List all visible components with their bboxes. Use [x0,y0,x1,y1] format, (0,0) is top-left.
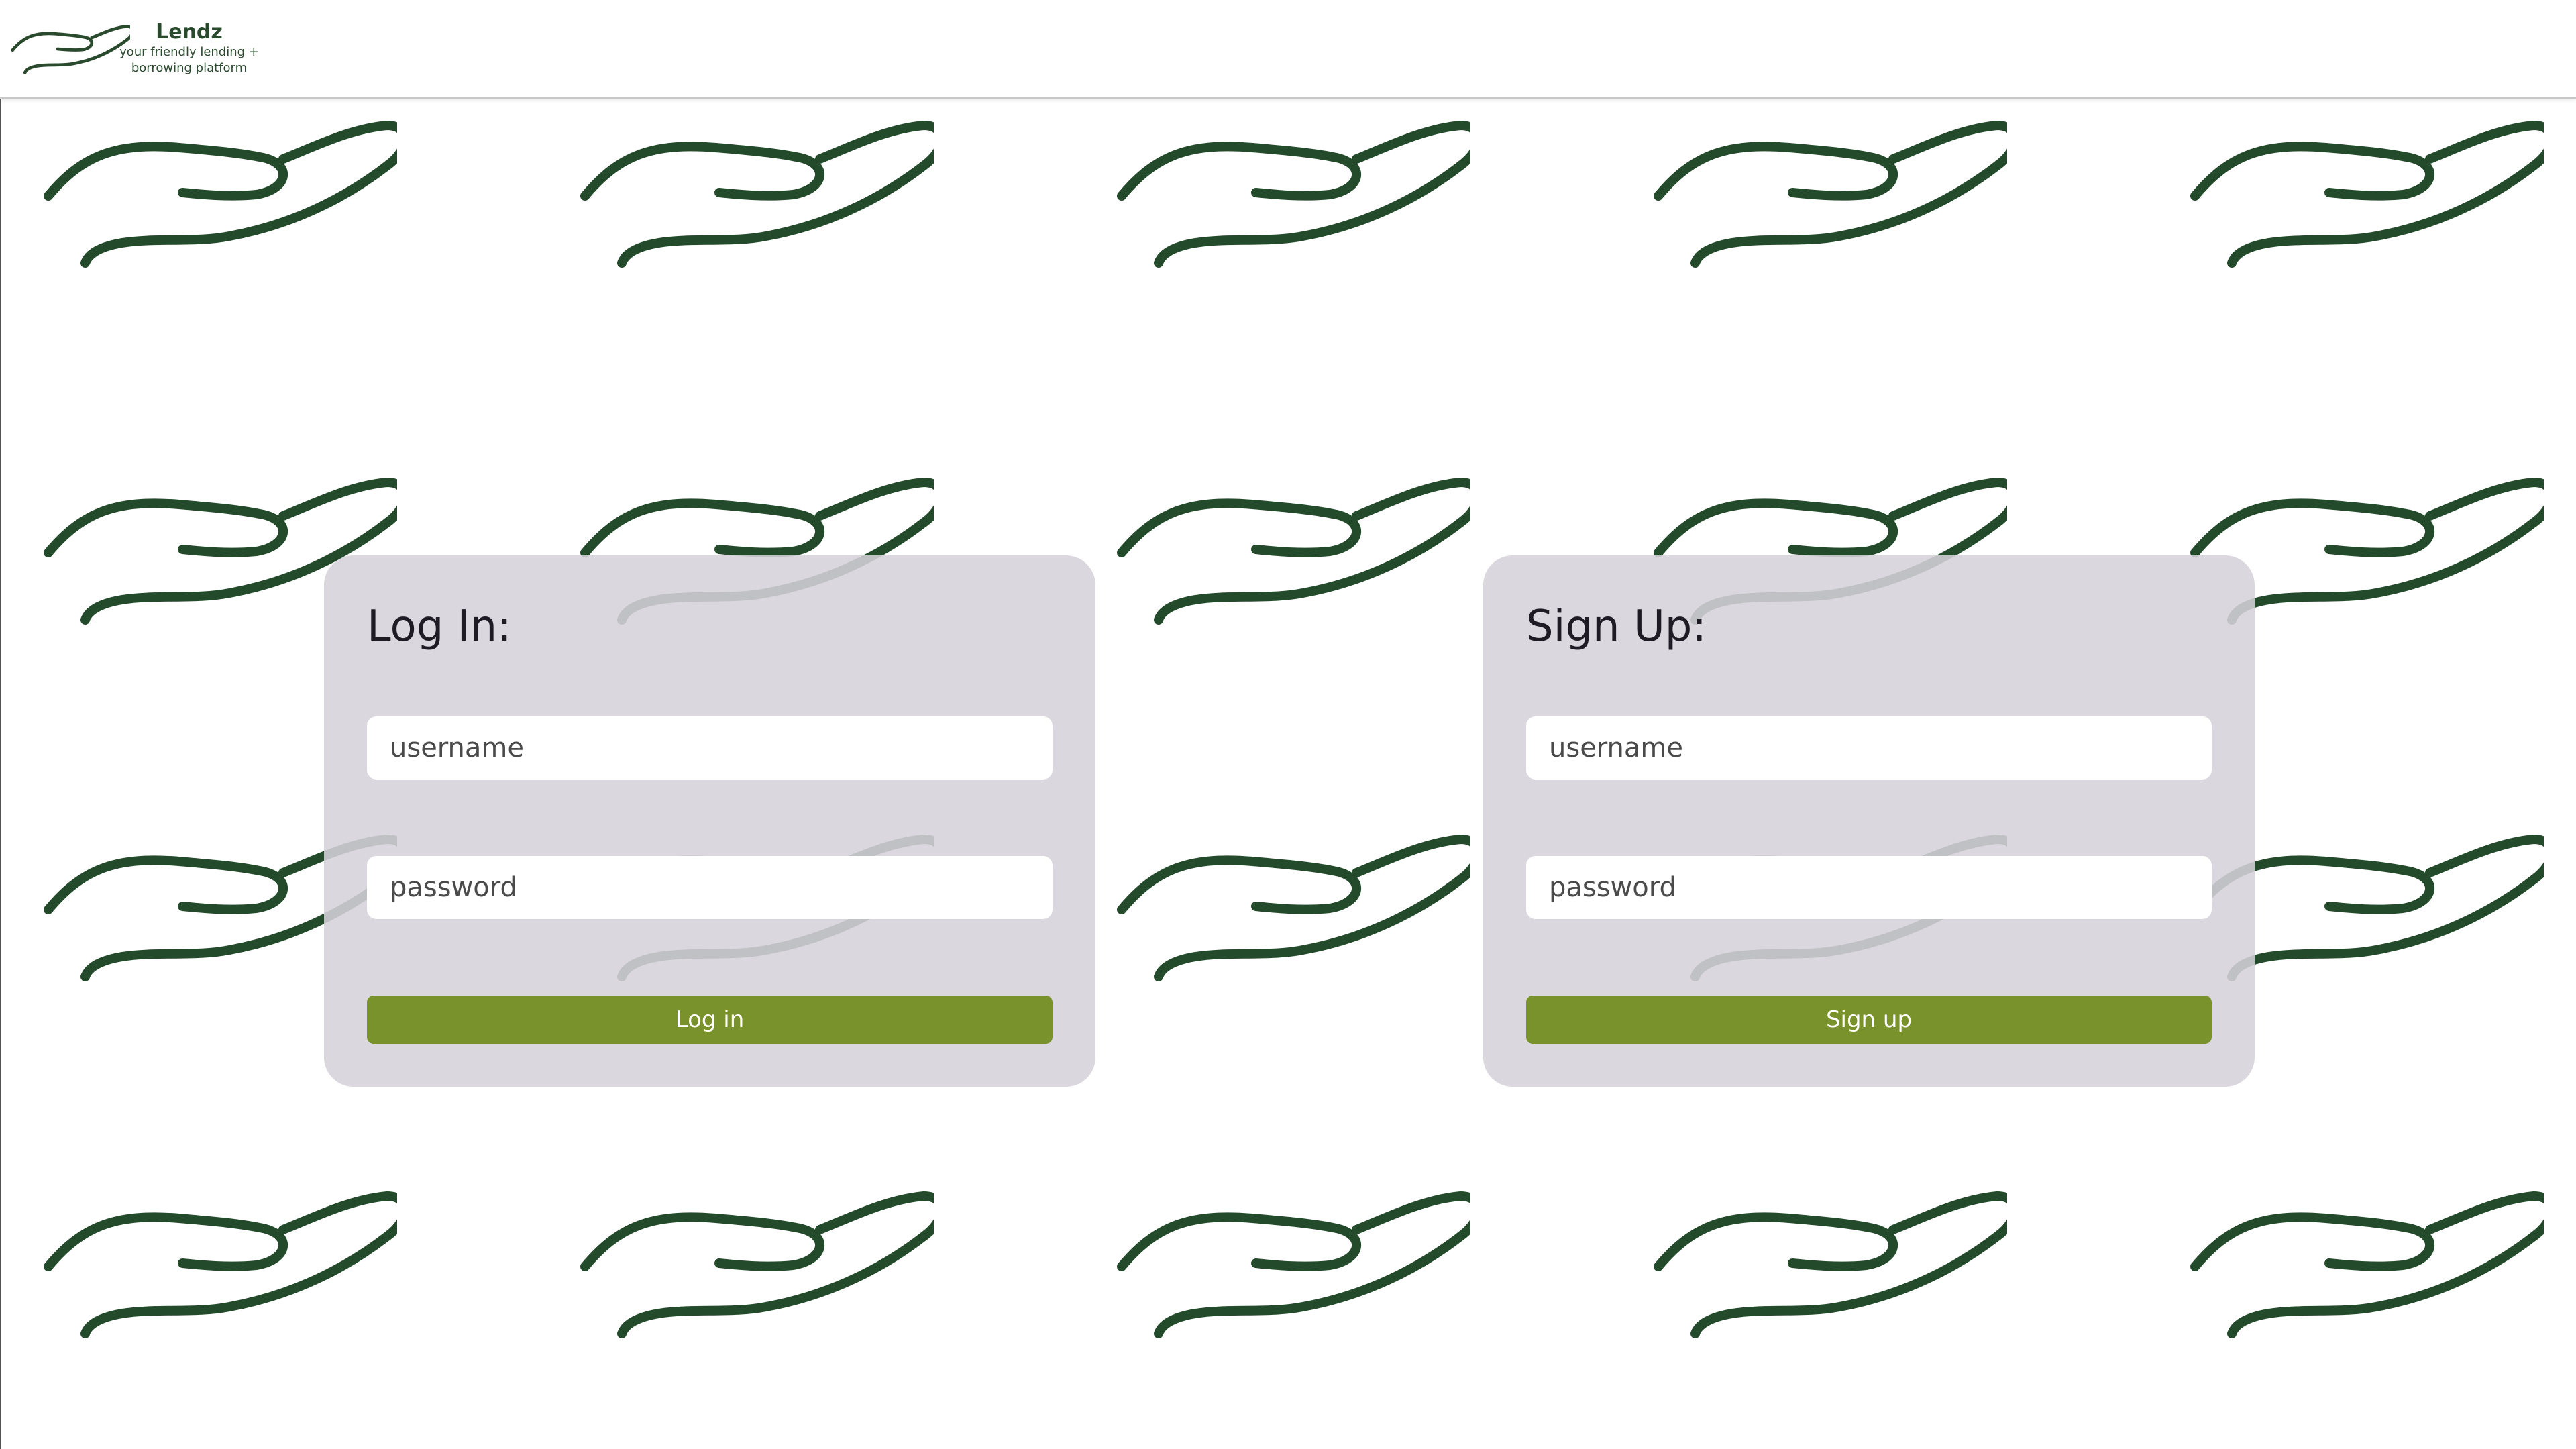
login-password-input[interactable] [367,856,1053,919]
login-title: Log In: [367,602,512,651]
background-hand-icon [572,115,934,270]
login-button[interactable]: Log in [367,996,1053,1044]
signup-button[interactable]: Sign up [1526,996,2212,1044]
background-hand-icon [1108,1186,1470,1340]
signup-title: Sign Up: [1526,602,1707,651]
background-hand-icon [35,115,397,270]
login-page: Lendz your friendly lending + borrowing … [0,0,2576,1449]
background-hand-icon [1108,472,1470,627]
background-hand-icon [2182,115,2544,270]
background-hand-icon [1108,115,1470,270]
signup-card: Sign Up: Sign up [1483,555,2255,1087]
background-hand-icon [1645,1186,2007,1340]
brand-tagline: your friendly lending + borrowing platfo… [119,45,259,75]
login-card: Log In: Log in [324,555,1095,1087]
background-hand-icon [1108,829,1470,983]
brand-name: Lendz [156,20,223,44]
background-hand-icon [1645,115,2007,270]
background-hand-icon [35,1186,397,1340]
logo-hand-icon[interactable] [8,20,130,78]
top-header: Lendz your friendly lending + borrowing … [0,0,2576,99]
login-username-input[interactable] [367,716,1053,780]
signup-username-input[interactable] [1526,716,2212,780]
background-hand-icon [2182,1186,2544,1340]
window-edge [0,0,1,1449]
signup-password-input[interactable] [1526,856,2212,919]
background-hand-icon [572,1186,934,1340]
